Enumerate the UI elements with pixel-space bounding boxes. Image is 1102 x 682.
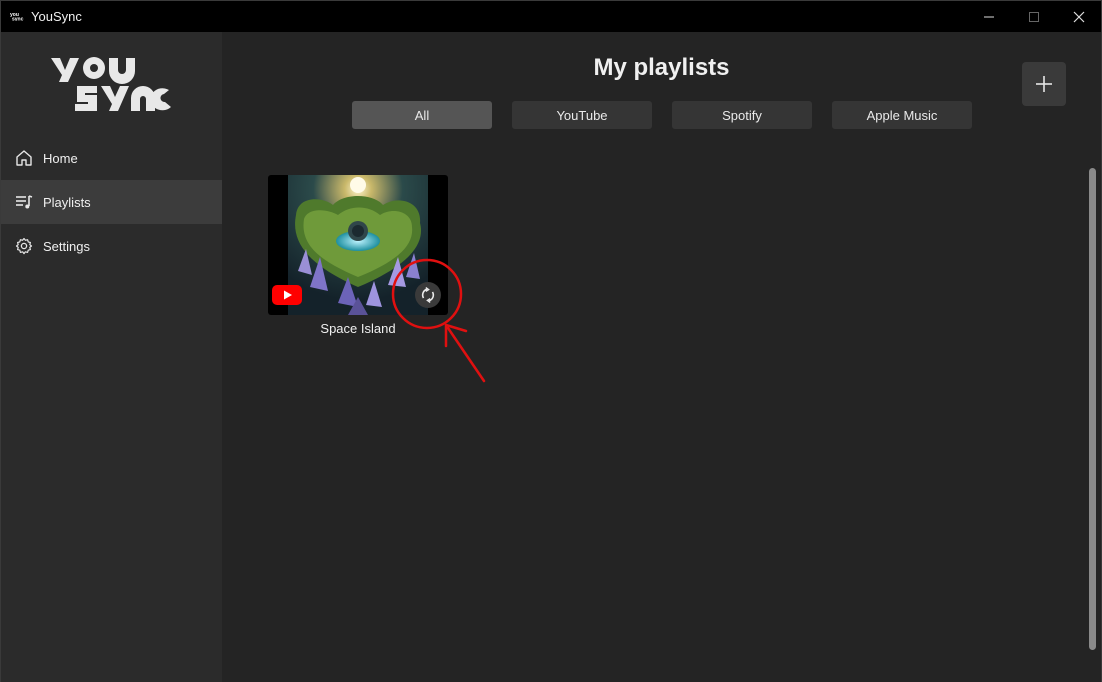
sidebar: Home Playlists Settings <box>1 32 222 682</box>
playlist-card[interactable]: Space Island <box>268 175 448 337</box>
sidebar-item-label: Home <box>43 150 78 166</box>
plus-icon <box>1036 76 1052 92</box>
gear-icon <box>15 237 33 255</box>
filter-spotify-button[interactable]: Spotify <box>672 101 812 129</box>
title-bar: you sync YouSync <box>1 1 1101 32</box>
sync-icon <box>421 287 435 303</box>
youtube-icon <box>272 285 302 305</box>
filter-apple-music-button[interactable]: Apple Music <box>832 101 972 129</box>
sidebar-item-label: Settings <box>43 238 90 254</box>
minimize-icon <box>984 16 994 17</box>
page-title: My playlists <box>593 54 730 81</box>
filter-all-button[interactable]: All <box>352 101 492 129</box>
close-icon <box>1073 11 1085 22</box>
playlist-thumbnail[interactable] <box>268 175 448 315</box>
vertical-scrollbar[interactable] <box>1089 168 1096 650</box>
filter-youtube-button[interactable]: YouTube <box>512 101 652 129</box>
sync-playlist-button[interactable] <box>415 282 441 308</box>
maximize-button[interactable] <box>1011 1 1057 32</box>
sidebar-item-settings[interactable]: Settings <box>1 224 222 268</box>
yousync-small-logo-icon: you sync <box>9 11 25 21</box>
sidebar-item-label: Playlists <box>43 194 91 210</box>
sidebar-item-playlists[interactable]: Playlists <box>1 180 222 224</box>
svg-text:sync: sync <box>12 17 24 22</box>
close-button[interactable] <box>1056 1 1102 32</box>
window-title: YouSync <box>31 9 82 24</box>
sidebar-item-home[interactable]: Home <box>1 136 222 180</box>
playlist-name: Space Island <box>320 321 396 336</box>
main-content: My playlists All YouTube Spotify Apple M… <box>222 32 1101 682</box>
add-playlist-button[interactable] <box>1022 62 1066 106</box>
app-window: you sync YouSync Home Playlists Settings… <box>0 0 1102 682</box>
minimize-button[interactable] <box>966 1 1012 32</box>
playlist-icon <box>16 195 33 209</box>
yousync-logo <box>51 57 171 111</box>
home-icon <box>16 150 32 166</box>
maximize-icon <box>1029 11 1039 22</box>
playlist-cover-art <box>288 175 428 315</box>
